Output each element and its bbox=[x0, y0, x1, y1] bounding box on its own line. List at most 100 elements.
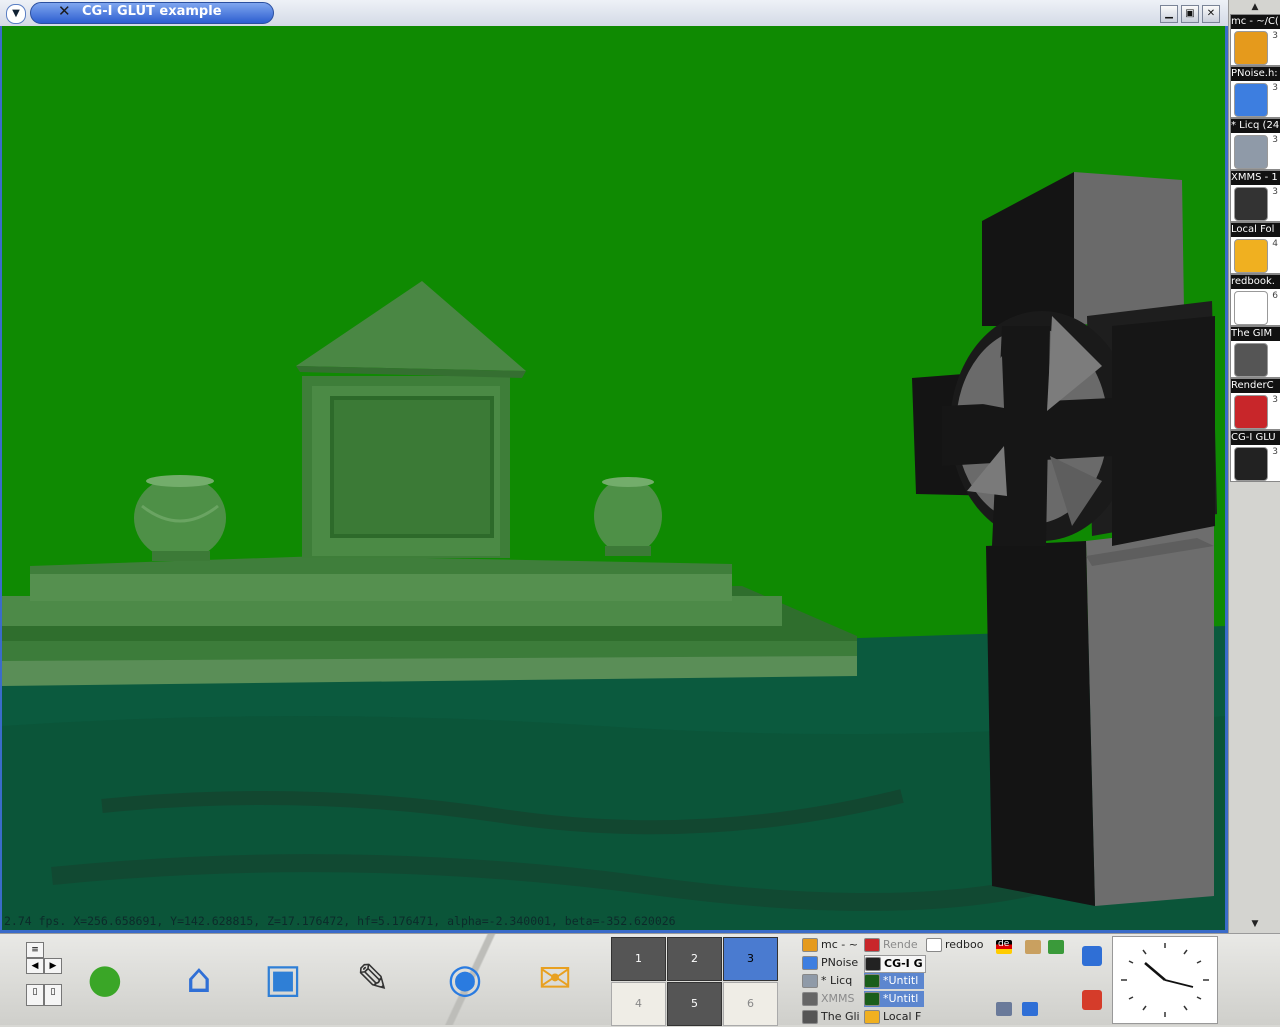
task-label: CG-I G bbox=[884, 957, 923, 970]
taskbar-item[interactable]: XMMS bbox=[802, 991, 862, 1007]
taskbar-item[interactable]: The Gli bbox=[802, 1009, 862, 1025]
status-readout: 2.74 fps. X=256.658691, Y=142.628815, Z=… bbox=[4, 914, 676, 928]
desktop-4[interactable]: 4 bbox=[611, 982, 666, 1026]
app-icon bbox=[1234, 187, 1268, 221]
desktop-3[interactable]: 3 bbox=[723, 937, 778, 981]
sidebar-item-desktop: 6 bbox=[1272, 291, 1278, 301]
task-app-icon bbox=[864, 1010, 880, 1024]
sidebar-item-desktop: 3 bbox=[1272, 187, 1278, 197]
x-window-icon: ✕ bbox=[58, 2, 71, 20]
glut-window: ▼ ✕ CG-I GLUT example ▁ ▣ ✕ 2.74 fps. X=… bbox=[0, 0, 1228, 933]
kmail-icon[interactable]: ✉ bbox=[522, 946, 588, 1012]
task-app-icon bbox=[802, 956, 818, 970]
clipboard-icon[interactable] bbox=[1025, 940, 1041, 954]
app-icon bbox=[1234, 395, 1268, 429]
app-icon bbox=[1234, 83, 1268, 117]
taskbar-item[interactable]: PNoise bbox=[802, 955, 862, 971]
sidebar-item-desktop: 3 bbox=[1272, 395, 1278, 405]
drive-icon-2[interactable]: ▯ bbox=[44, 984, 62, 1006]
analog-clock[interactable] bbox=[1112, 936, 1218, 1024]
window-menu-button[interactable]: ▼ bbox=[6, 4, 26, 24]
task-label: *Untitl bbox=[883, 992, 919, 1005]
sidebar-item-label: Local Fol bbox=[1231, 223, 1280, 237]
window-titlebar[interactable]: ▼ ✕ CG-I GLUT example ▁ ▣ ✕ bbox=[0, 0, 1228, 26]
taskbar-item[interactable]: Rende bbox=[864, 937, 924, 953]
task-label: redboo bbox=[945, 938, 984, 951]
taskbar-item[interactable]: *Untitl bbox=[864, 991, 924, 1007]
sidebar-item-desktop: 4 bbox=[1272, 239, 1278, 249]
printer-icon[interactable] bbox=[996, 1002, 1012, 1016]
desktop-5[interactable]: 5 bbox=[667, 982, 722, 1026]
task-app-icon bbox=[802, 992, 818, 1006]
arrow-right-icon[interactable]: ▶ bbox=[44, 958, 62, 974]
sidebar-window-item[interactable]: redbook. 6 bbox=[1230, 274, 1280, 326]
home-folder-icon[interactable]: ⌂ bbox=[166, 946, 232, 1012]
sidebar-window-item[interactable]: CG-I GLU 3 bbox=[1230, 430, 1280, 482]
maximize-button[interactable]: ▣ bbox=[1181, 5, 1199, 23]
taskbar-item[interactable]: Local F bbox=[864, 1009, 924, 1025]
sidebar-item-label: XMMS - 1 bbox=[1231, 171, 1280, 185]
minimize-button[interactable]: ▁ bbox=[1160, 5, 1178, 23]
suse-menu-icon[interactable]: ● bbox=[72, 946, 138, 1012]
task-label: Rende bbox=[883, 938, 918, 951]
volume-icon[interactable] bbox=[1022, 1002, 1038, 1016]
window-list-sidebar: ▲ mc - ~/C(3 PNoise.h: 3 * Licq (24 3 XMMS - … bbox=[1228, 0, 1280, 933]
task-label: PNoise bbox=[821, 956, 859, 969]
taskbar-item[interactable]: CG-I G bbox=[864, 955, 926, 973]
taskbar-item[interactable]: *Untitl bbox=[864, 973, 924, 989]
taskbar-item[interactable]: redboo bbox=[926, 937, 986, 953]
desktop-preview-icon[interactable]: ▣ bbox=[250, 946, 316, 1012]
sidebar-item-label: The GIM bbox=[1231, 327, 1280, 341]
keyboard-layout: de bbox=[998, 939, 1010, 949]
sidebar-item-desktop: 3 bbox=[1272, 31, 1278, 41]
sidebar-window-item[interactable]: The GIM bbox=[1230, 326, 1280, 378]
sidebar-item-desktop: 3 bbox=[1272, 447, 1278, 457]
sidebar-item-desktop: 3 bbox=[1272, 135, 1278, 145]
task-label: Local F bbox=[883, 1010, 922, 1023]
sidebar-item-label: mc - ~/C( bbox=[1231, 15, 1280, 29]
minimize-icon: ▁ bbox=[1165, 8, 1173, 19]
task-label: The Gli bbox=[821, 1010, 860, 1023]
window-title: CG-I GLUT example bbox=[82, 4, 222, 19]
lock-screen-icon[interactable] bbox=[1082, 946, 1102, 966]
task-app-icon bbox=[926, 938, 942, 952]
task-app-icon bbox=[864, 992, 880, 1006]
taskbar-item[interactable]: mc - ~ bbox=[802, 937, 862, 953]
sidebar-window-item[interactable]: PNoise.h: 3 bbox=[1230, 66, 1280, 118]
task-app-icon bbox=[802, 938, 818, 952]
close-icon: ✕ bbox=[1206, 8, 1216, 19]
graveyard-scene bbox=[2, 26, 1225, 930]
sidebar-window-item[interactable]: Local Fol 4 bbox=[1230, 222, 1280, 274]
sidebar-item-label: PNoise.h: bbox=[1231, 67, 1280, 81]
desktop-2[interactable]: 2 bbox=[667, 937, 722, 981]
task-app-icon bbox=[864, 938, 880, 952]
konqueror-browser-icon[interactable]: ◉ bbox=[432, 946, 498, 1012]
chevron-down-icon: ▼ bbox=[12, 8, 20, 19]
opengl-viewport[interactable]: 2.74 fps. X=256.658691, Y=142.628815, Z=… bbox=[2, 26, 1225, 930]
task-app-icon bbox=[802, 974, 818, 988]
app-icon bbox=[1234, 31, 1268, 65]
close-button[interactable]: ✕ bbox=[1202, 5, 1220, 23]
taskbar-item[interactable]: * Licq bbox=[802, 973, 862, 989]
scroll-up-icon[interactable]: ▲ bbox=[1229, 1, 1280, 13]
app-icon bbox=[1234, 239, 1268, 273]
app-icon bbox=[1234, 343, 1268, 377]
arrow-left-icon[interactable]: ◀ bbox=[26, 958, 44, 974]
desktop-1[interactable]: 1 bbox=[611, 937, 666, 981]
drive-icon[interactable]: ▯ bbox=[26, 984, 44, 1006]
panel-mini-controls: ≡ ◀ ▶ ▯ ▯ bbox=[22, 936, 66, 1022]
scroll-down-icon[interactable]: ▼ bbox=[1229, 918, 1280, 930]
logout-icon[interactable] bbox=[1082, 990, 1102, 1010]
desktop-6[interactable]: 6 bbox=[723, 982, 778, 1026]
task-label: *Untitl bbox=[883, 974, 919, 987]
kate-editor-icon[interactable]: ✎ bbox=[340, 946, 406, 1012]
sidebar-window-item[interactable]: XMMS - 1 3 bbox=[1230, 170, 1280, 222]
sidebar-window-item[interactable]: * Licq (24 3 bbox=[1230, 118, 1280, 170]
sidebar-window-item[interactable]: RenderC 3 bbox=[1230, 378, 1280, 430]
task-app-icon bbox=[864, 974, 880, 988]
sidebar-window-item[interactable]: mc - ~/C( 3 bbox=[1230, 14, 1280, 66]
app-icon bbox=[1234, 447, 1268, 481]
panel-handle-icon[interactable]: ≡ bbox=[26, 942, 44, 958]
maximize-icon: ▣ bbox=[1185, 8, 1195, 19]
network-icon[interactable] bbox=[1048, 940, 1064, 954]
